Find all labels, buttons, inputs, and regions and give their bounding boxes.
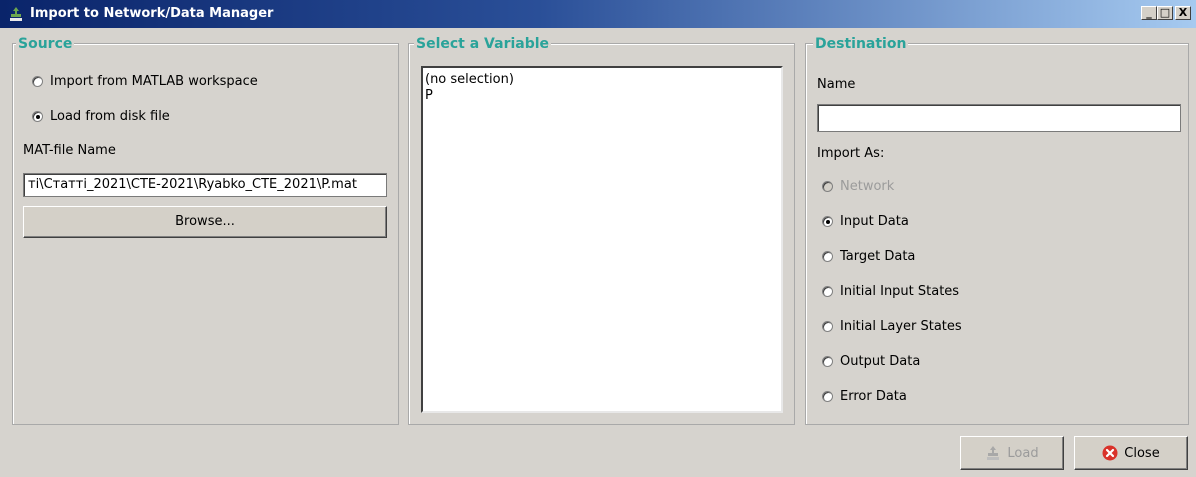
maximize-button[interactable]: □: [1157, 6, 1173, 20]
import-as-initial-input-states-option[interactable]: Initial Input States: [822, 281, 959, 301]
import-as-network-option: Network: [822, 176, 894, 196]
import-as-initial-layer-states-option[interactable]: Initial Layer States: [822, 316, 962, 336]
radio-selected-icon[interactable]: [32, 110, 43, 122]
radio-icon[interactable]: [822, 320, 833, 332]
initial-input-states-label: Initial Input States: [840, 283, 960, 299]
import-as-error-data-option[interactable]: Error Data: [822, 386, 907, 406]
input-data-label: Input Data: [840, 213, 909, 229]
close-label: Close: [1124, 445, 1160, 461]
target-data-label: Target Data: [840, 248, 916, 264]
radio-icon[interactable]: [32, 75, 43, 87]
error-data-label: Error Data: [840, 388, 907, 404]
radio-icon[interactable]: [822, 355, 833, 367]
import-as-target-data-option[interactable]: Target Data: [822, 246, 915, 266]
name-label: Name: [817, 77, 856, 92]
load-from-disk-label: Load from disk file: [50, 108, 170, 124]
import-as-output-data-option[interactable]: Output Data: [822, 351, 920, 371]
load-button: Load: [960, 436, 1064, 470]
radio-icon: [822, 180, 833, 192]
close-button[interactable]: Close: [1074, 436, 1188, 470]
name-input[interactable]: [817, 104, 1181, 132]
destination-legend: Destination: [813, 35, 909, 53]
mat-file-label: MAT-file Name: [23, 143, 116, 158]
load-label: Load: [1007, 445, 1039, 461]
window-title: Import to Network/Data Manager: [30, 6, 274, 21]
initial-layer-states-label: Initial Layer States: [840, 318, 962, 334]
radio-icon[interactable]: [822, 285, 833, 297]
import-from-workspace-label: Import from MATLAB workspace: [50, 73, 258, 89]
mat-file-input[interactable]: ті\Статті_2021\CTE-2021\Ryabko_CTE_2021\…: [23, 173, 387, 197]
source-legend: Source: [16, 35, 75, 53]
radio-icon[interactable]: [822, 390, 833, 402]
neural-network-icon: [10, 7, 22, 21]
window-close-button[interactable]: X: [1175, 6, 1191, 20]
variable-list[interactable]: (no selection) P: [421, 66, 783, 413]
output-data-label: Output Data: [840, 353, 921, 369]
browse-button[interactable]: Browse...: [23, 206, 387, 238]
import-dialog: Import to Network/Data Manager _ □ X Sou…: [0, 0, 1196, 477]
list-item[interactable]: P: [425, 88, 779, 104]
list-item[interactable]: (no selection): [425, 72, 779, 88]
variable-legend: Select a Variable: [414, 35, 552, 53]
import-as-label: Import As:: [817, 146, 885, 161]
radio-selected-icon[interactable]: [822, 215, 833, 227]
title-bar[interactable]: Import to Network/Data Manager _ □ X: [0, 0, 1196, 28]
radio-icon[interactable]: [822, 250, 833, 262]
load-from-disk-option[interactable]: Load from disk file: [32, 106, 170, 126]
network-label: Network: [840, 178, 895, 194]
minimize-button[interactable]: _: [1141, 6, 1157, 20]
close-icon: [1102, 445, 1118, 461]
load-icon: [987, 446, 1000, 460]
import-as-input-data-option[interactable]: Input Data: [822, 211, 909, 231]
import-from-workspace-option[interactable]: Import from MATLAB workspace: [32, 71, 258, 91]
